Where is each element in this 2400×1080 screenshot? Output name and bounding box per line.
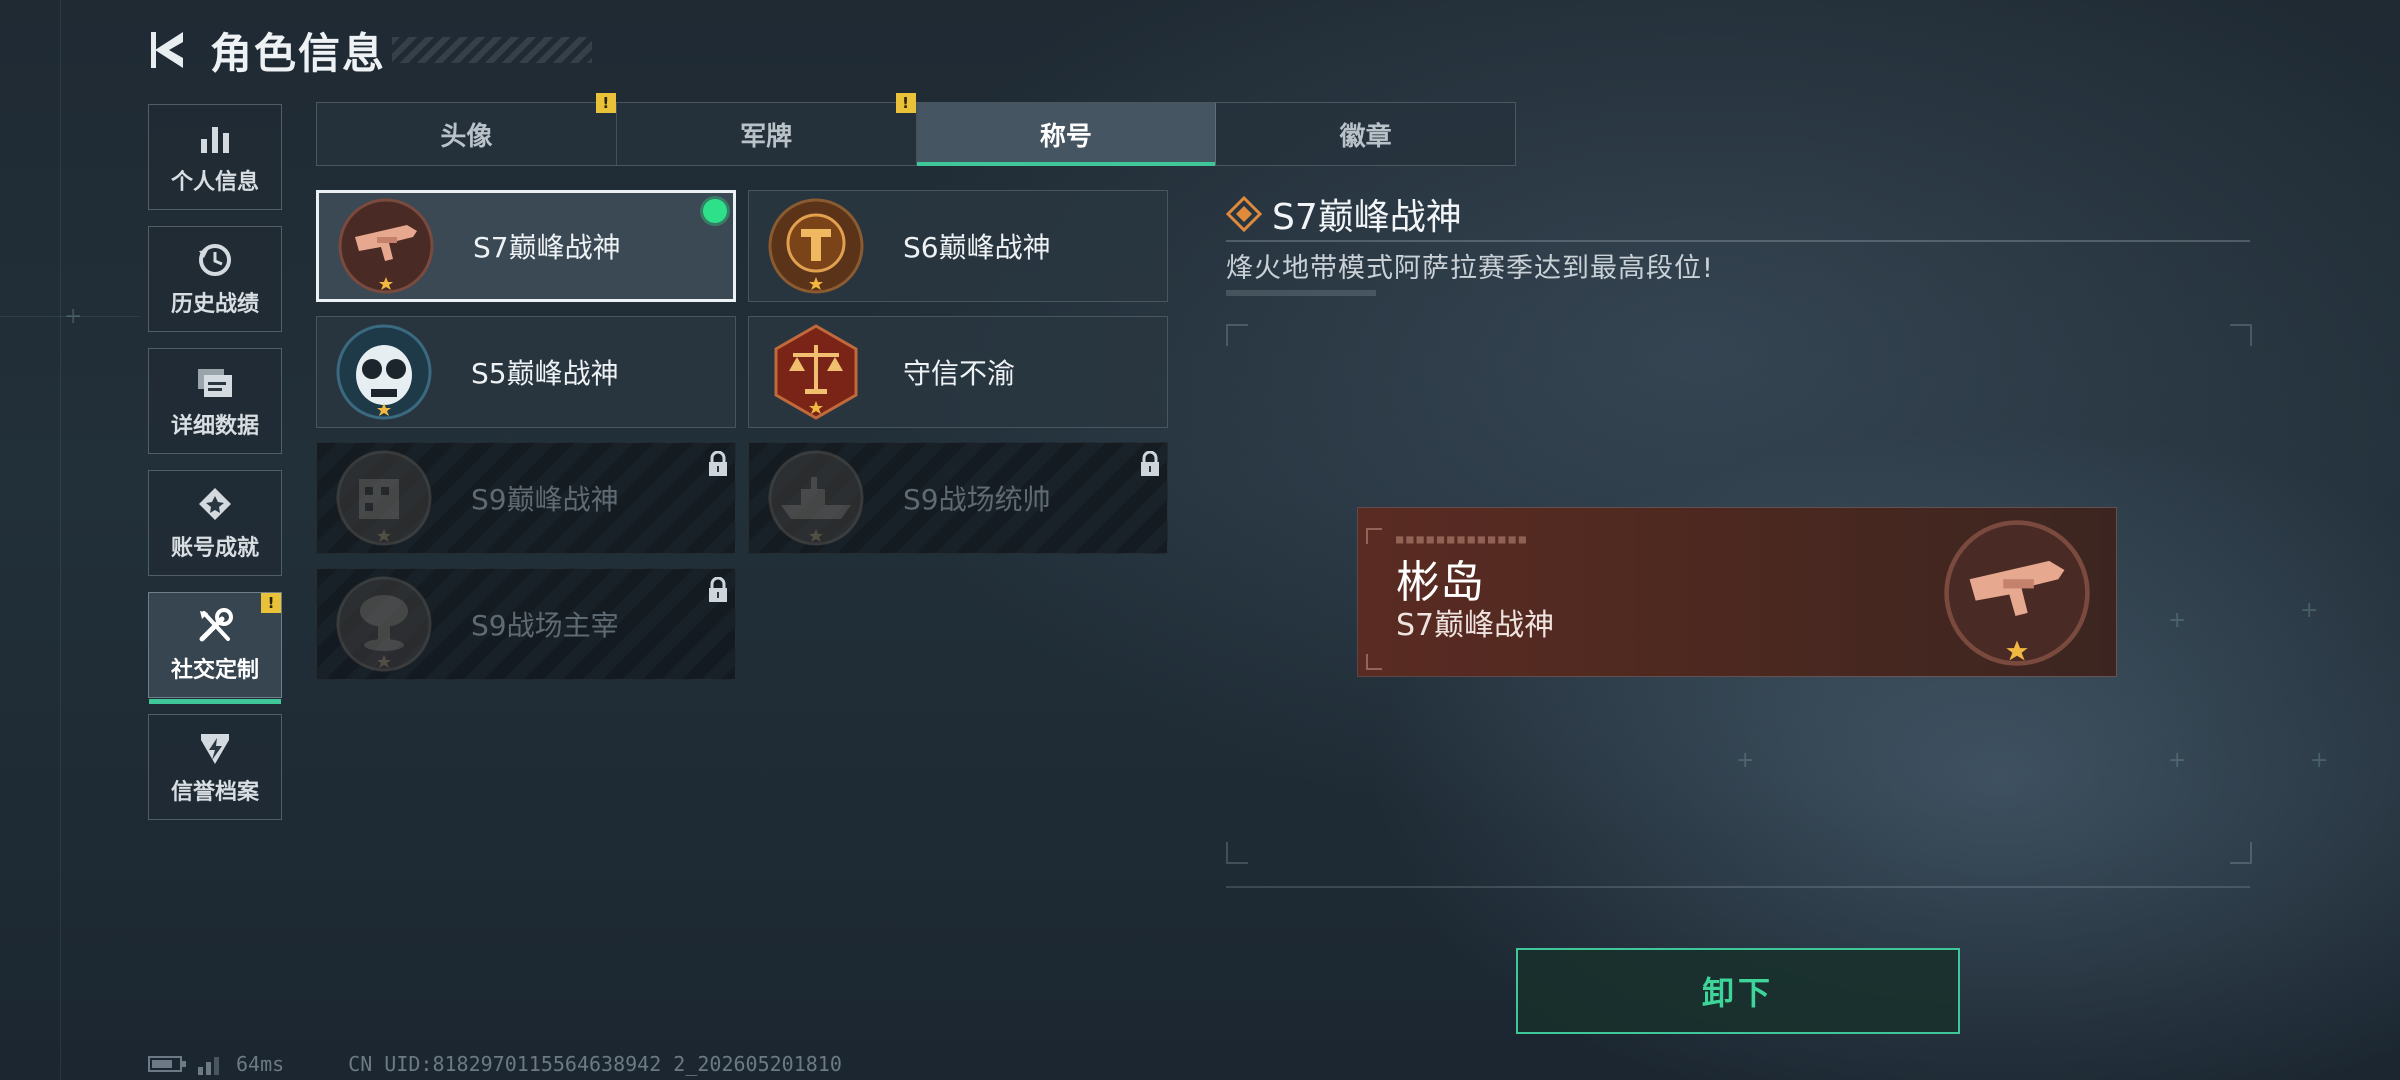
notification-badge: ! [895, 93, 916, 113]
sidebar-item-details[interactable]: 详细数据 [148, 348, 282, 454]
decor-cross: + [2300, 598, 2319, 623]
title-name: S6巅峰战神 [903, 231, 1051, 264]
title-name: S5巅峰战神 [471, 357, 619, 390]
building-emblem-icon [335, 449, 433, 547]
divider [1226, 240, 2250, 242]
tab-title[interactable]: 称号 [916, 103, 1217, 166]
frame-corner [1366, 654, 1382, 670]
rifle-emblem-icon [337, 197, 435, 295]
tools-icon [196, 606, 234, 646]
tab-label: 头像 [440, 121, 493, 152]
tab-label: 徽章 [1339, 121, 1392, 152]
sidebar: 个人信息 历史战绩 详细数据 账号成就 ! 社交定制 信誉档案 [148, 104, 284, 836]
decor-cross: + [1736, 748, 1755, 773]
lock-icon [1139, 450, 1161, 481]
title-name: S7巅峰战神 [473, 231, 621, 264]
decor-cross: + [2168, 748, 2187, 773]
tab-dogtag[interactable]: 军牌 ! [617, 93, 917, 165]
frame-corner [1366, 528, 1382, 544]
title-card[interactable]: S9战场主宰 [316, 568, 736, 680]
detail-title: S7巅峰战神 [1272, 197, 1462, 238]
signal-icon [198, 1057, 219, 1075]
sidebar-item-history[interactable]: 历史战绩 [148, 226, 282, 332]
title-card[interactable]: S6巅峰战神 [748, 190, 1168, 302]
title-card[interactable]: S9巅峰战神 [316, 442, 736, 554]
mushroom-cloud-emblem-icon [335, 575, 433, 673]
frame-corner [2230, 324, 2252, 346]
battery-icon [148, 1056, 186, 1072]
status-footer: 64ms CN UID:8182970115564638942 2_202605… [148, 1052, 842, 1076]
detail-decoration [1226, 290, 1376, 296]
sidebar-item-label: 账号成就 [170, 536, 259, 561]
achievement-icon [197, 484, 233, 524]
title-name: S9战场统帅 [903, 483, 1051, 516]
frame-corner [1226, 324, 1248, 346]
detail-description: 烽火地带模式阿萨拉赛季达到最高段位! [1226, 253, 1714, 284]
title-name: 守信不渝 [903, 357, 1016, 390]
decor-line [60, 0, 61, 1080]
tab-label: 军牌 [740, 121, 793, 152]
divider [1226, 886, 2250, 888]
sidebar-item-label: 信誉档案 [170, 780, 259, 805]
bar-chart-icon [198, 118, 232, 158]
preview-title: S7巅峰战神 [1396, 608, 1555, 643]
preview-decoration: ■■■■■■■■■■■■■ [1396, 532, 1529, 546]
tab-avatar[interactable]: 头像 ! [317, 93, 617, 165]
sidebar-item-label: 社交定制 [170, 658, 259, 683]
decor-cross: + [2168, 608, 2187, 633]
page-title: 角色信息 [210, 28, 387, 78]
title-grid: S7巅峰战神 S6巅峰战神 S5巅峰战神 守信不渝 S9巅峰战神 S9战场统帅 … [316, 190, 1168, 680]
tab-label: 称号 [1039, 121, 1092, 152]
user-uid: CN UID:8182970115564638942 2_20260520181… [348, 1052, 842, 1076]
unequip-button[interactable]: 卸下 [1516, 948, 1960, 1034]
tab-badge[interactable]: 徽章 [1216, 103, 1515, 165]
decor-cross: + [64, 304, 83, 329]
notification-badge: ! [261, 593, 281, 613]
back-arrow-icon [151, 32, 183, 68]
title-preview-banner: ■■■■■■■■■■■■■ 彬岛 S7巅峰战神 [1358, 508, 2116, 676]
lock-icon [707, 450, 729, 481]
title-card[interactable]: S7巅峰战神 [316, 190, 736, 302]
notification-badge: ! [595, 93, 616, 113]
lock-icon [707, 576, 729, 607]
ping-value: 64ms [236, 1052, 285, 1076]
sidebar-item-label: 个人信息 [170, 170, 259, 195]
detail-header: S7巅峰战神 [1226, 188, 1462, 240]
title-decoration [392, 37, 593, 63]
back-button[interactable] [148, 27, 190, 73]
sidebar-item-credit[interactable]: 信誉档案 [148, 714, 282, 820]
decor-cross: + [2310, 748, 2329, 773]
history-icon [196, 240, 234, 280]
rifle-emblem-icon [1942, 518, 2092, 668]
title-card[interactable]: S5巅峰战神 [316, 316, 736, 428]
frame-corner [1226, 842, 1248, 864]
sidebar-item-label: 详细数据 [170, 414, 259, 439]
equipped-indicator [703, 199, 727, 223]
title-card[interactable]: S9战场统帅 [748, 442, 1168, 554]
title-name: S9巅峰战神 [471, 483, 619, 516]
sidebar-item-profile[interactable]: 个人信息 [148, 104, 282, 210]
sidebar-item-social-custom[interactable]: ! 社交定制 [148, 592, 282, 704]
active-indicator [149, 699, 281, 704]
sidebar-item-achievements[interactable]: 账号成就 [148, 470, 282, 576]
category-tabs: 头像 ! 军牌 ! 称号 徽章 [316, 93, 1516, 166]
title-card[interactable]: 守信不渝 [748, 316, 1168, 428]
frame-corner [2230, 842, 2252, 864]
scales-emblem-icon [767, 323, 865, 421]
diamond-icon [1226, 196, 1262, 232]
skull-goggles-emblem-icon [335, 323, 433, 421]
title-name: S9战场主宰 [471, 609, 619, 642]
t-laurel-emblem-icon [767, 197, 865, 295]
sidebar-item-label: 历史战绩 [170, 292, 259, 317]
page-header: 角色信息 [148, 22, 593, 78]
credit-icon [197, 728, 233, 768]
folder-icon [196, 362, 234, 402]
ship-emblem-icon [767, 449, 865, 547]
